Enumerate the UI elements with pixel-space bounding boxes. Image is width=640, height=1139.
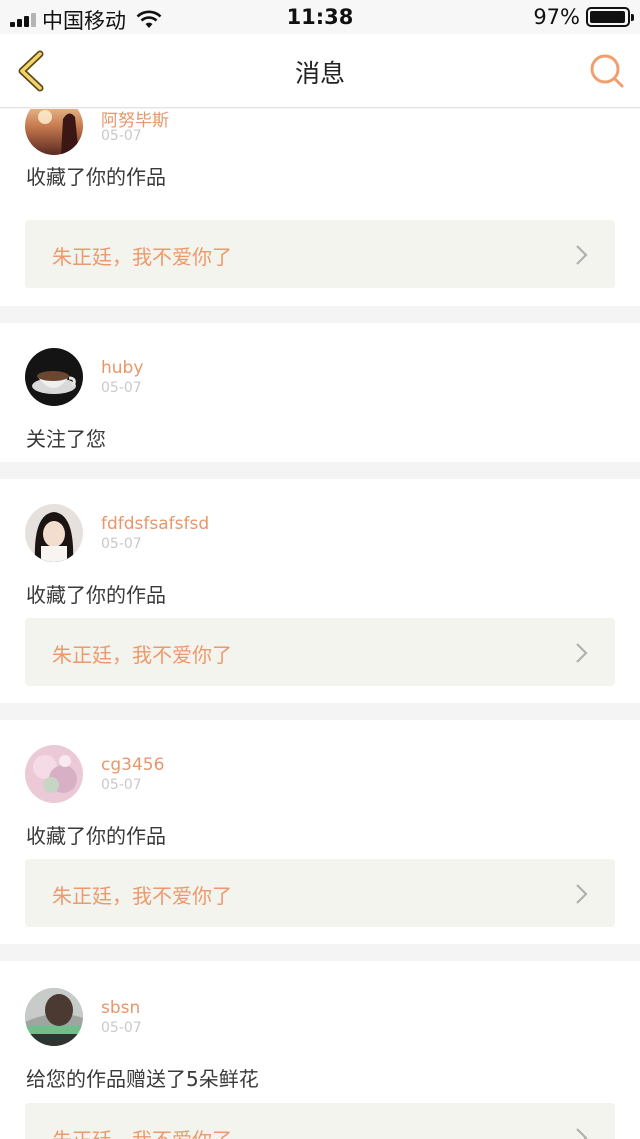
message-username[interactable]: cg3456 [101, 755, 164, 775]
chevron-right-icon [576, 1128, 588, 1139]
message-action: 收藏了你的作品 [26, 824, 166, 848]
message-action: 关注了您 [26, 427, 106, 451]
status-right: 97% [533, 5, 634, 29]
battery-fill [590, 11, 625, 23]
message-card: huby 05-07 关注了您 [0, 323, 640, 462]
avatar[interactable] [25, 988, 83, 1046]
chevron-right-icon [576, 245, 588, 265]
work-title: 朱正廷，我不爱你了 [52, 1124, 232, 1139]
message-date: 05-07 [101, 1020, 142, 1036]
message-date: 05-07 [101, 777, 142, 793]
message-date: 05-07 [101, 536, 142, 552]
message-card: sbsn 05-07 给您的作品赠送了5朵鲜花 朱正廷，我不爱你了 [0, 961, 640, 1139]
work-title: 朱正廷，我不爱你了 [52, 884, 232, 908]
work-link[interactable]: 朱正廷，我不爱你了 [25, 220, 615, 288]
message-action: 收藏了你的作品 [26, 583, 166, 607]
avatar[interactable] [25, 745, 83, 803]
chevron-right-icon [576, 884, 588, 904]
message-username[interactable]: fdfdsfsafsfsd [101, 514, 209, 534]
search-icon[interactable] [588, 52, 626, 90]
nav-bar: 消息 [0, 34, 640, 108]
avatar[interactable] [25, 348, 83, 406]
status-bar: 中国移动 11:38 97% [0, 0, 640, 34]
message-card: cg3456 05-07 收藏了你的作品 朱正廷，我不爱你了 [0, 720, 640, 944]
chevron-right-icon [576, 643, 588, 663]
message-username[interactable]: sbsn [101, 998, 140, 1018]
page-title: 消息 [294, 59, 345, 88]
message-card: fdfdsfsafsfsd 05-07 收藏了你的作品 朱正廷，我不爱你了 [0, 479, 640, 703]
work-title: 朱正廷，我不爱你了 [52, 245, 232, 269]
battery-percent: 97% [533, 5, 580, 29]
message-feed: 阿努毕斯 05-07 收藏了你的作品 朱正廷，我不爱你了 huby 05-07 … [0, 109, 640, 1139]
work-link[interactable]: 朱正廷，我不爱你了 [25, 859, 615, 927]
message-date: 05-07 [101, 128, 142, 144]
avatar[interactable] [25, 109, 83, 155]
message-action: 给您的作品赠送了5朵鲜花 [26, 1067, 259, 1091]
work-title: 朱正廷，我不爱你了 [52, 643, 232, 667]
work-link[interactable]: 朱正廷，我不爱你了 [25, 1103, 615, 1139]
avatar[interactable] [25, 504, 83, 562]
work-link[interactable]: 朱正廷，我不爱你了 [25, 618, 615, 686]
message-action: 收藏了你的作品 [26, 165, 166, 189]
message-date: 05-07 [101, 380, 142, 396]
battery-icon [586, 7, 634, 27]
message-username[interactable]: huby [101, 358, 143, 378]
message-card: 阿努毕斯 05-07 收藏了你的作品 朱正廷，我不爱你了 [0, 109, 640, 306]
